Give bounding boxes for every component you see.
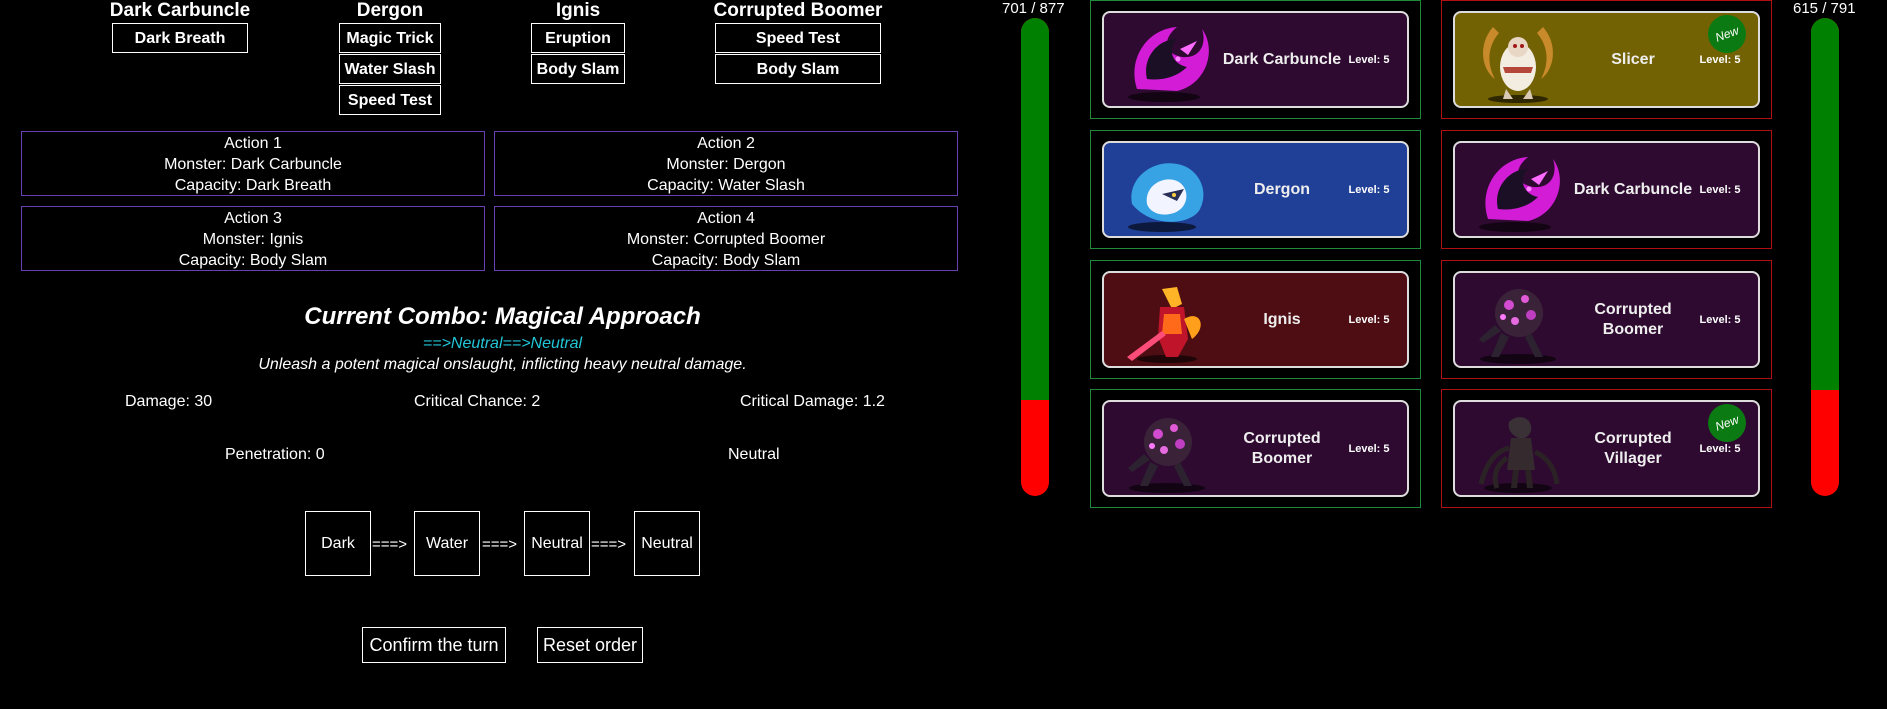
monster-card-name: Slicer <box>1611 50 1655 68</box>
enemy-monster-card[interactable]: Corrupted Villager Level: 5 New <box>1453 400 1760 497</box>
skill-button-speed-test[interactable]: Speed Test <box>715 23 881 53</box>
corrupted-boomer-portrait <box>1122 408 1212 493</box>
enemy-slot: Corrupted Boomer Level: 5 <box>1441 260 1772 379</box>
monster-card-name: Ignis <box>1263 310 1301 328</box>
enemy-monster-card[interactable]: Slicer Level: 5 New <box>1453 11 1760 108</box>
chain-element-1: Dark <box>305 511 371 576</box>
dark-carbuncle-portrait <box>1122 19 1212 104</box>
monster-card-level: Level: 5 <box>1348 53 1390 66</box>
ally-slot: Dark Carbuncle Level: 5 <box>1090 0 1421 119</box>
action-title: Action 4 <box>697 210 755 227</box>
action-title: Action 3 <box>224 210 282 227</box>
ally-slot: Corrupted Boomer Level: 5 <box>1090 389 1421 508</box>
ally-slot: Dergon Level: 5 <box>1090 130 1421 249</box>
action-monster: Monster: Dark Carbuncle <box>164 156 342 173</box>
ally-monster-card[interactable]: Corrupted Boomer Level: 5 <box>1102 400 1409 497</box>
stat-critical-chance: Critical Chance: 2 <box>414 393 541 410</box>
skill-button-dark-breath[interactable]: Dark Breath <box>112 23 248 53</box>
stat-critical-damage: Critical Damage: 1.2 <box>740 393 885 410</box>
action-capacity: Capacity: Water Slash <box>647 177 805 194</box>
chain-element-2: Water <box>414 511 480 576</box>
corrupted-boomer-portrait <box>1473 279 1563 364</box>
chain-arrow: ===> <box>372 536 408 553</box>
enemy-slot: Corrupted Villager Level: 5 New <box>1441 389 1772 508</box>
player-hp-text: 701 / 877 <box>1002 0 1065 17</box>
stat-element: Neutral <box>728 446 780 463</box>
monster-name: Dark Carbuncle <box>109 0 251 21</box>
combo-description: Unleash a potent magical onslaught, infl… <box>258 356 747 373</box>
dergon-portrait <box>1122 149 1212 234</box>
action-box-3[interactable]: Action 3 Monster: Ignis Capacity: Body S… <box>21 206 485 271</box>
action-capacity: Capacity: Body Slam <box>651 252 801 269</box>
combo-path: ==>Neutral==>Neutral <box>422 335 583 352</box>
monster-card-name: Corrupted Villager <box>1594 429 1672 467</box>
enemy-hp-text: 615 / 791 <box>1793 0 1856 17</box>
ally-monster-card[interactable]: Dergon Level: 5 <box>1102 141 1409 238</box>
monster-card-name: Corrupted Boomer <box>1243 429 1321 467</box>
monster-card-level: Level: 5 <box>1348 183 1390 196</box>
enemy-hp-bar <box>1811 18 1839 496</box>
confirm-turn-button[interactable]: Confirm the turn <box>362 627 506 663</box>
enemy-slot: Dark Carbuncle Level: 5 <box>1441 130 1772 249</box>
action-monster: Monster: Ignis <box>202 231 304 248</box>
chain-element-3: Neutral <box>524 511 590 576</box>
slicer-portrait <box>1473 19 1563 104</box>
player-hp-fill <box>1021 18 1049 400</box>
action-capacity: Capacity: Dark Breath <box>174 177 332 194</box>
stat-penetration: Penetration: 0 <box>225 446 325 463</box>
skill-button-speed-test[interactable]: Speed Test <box>339 85 441 115</box>
ally-monster-card[interactable]: Dark Carbuncle Level: 5 <box>1102 11 1409 108</box>
monster-card-level: Level: 5 <box>1699 313 1741 326</box>
action-box-1[interactable]: Action 1 Monster: Dark Carbuncle Capacit… <box>21 131 485 196</box>
action-title: Action 1 <box>224 135 282 152</box>
monster-name: Dergon <box>356 0 424 21</box>
action-box-4[interactable]: Action 4 Monster: Corrupted Boomer Capac… <box>494 206 958 271</box>
action-box-2[interactable]: Action 2 Monster: Dergon Capacity: Water… <box>494 131 958 196</box>
monster-column-dergon: Dergon Magic Trick Water Slash Speed Tes… <box>330 0 450 115</box>
player-hp-bar <box>1021 18 1049 496</box>
monster-card-name: Dark Carbuncle <box>1222 50 1342 68</box>
enemy-monster-card[interactable]: Corrupted Boomer Level: 5 <box>1453 271 1760 368</box>
reset-order-button[interactable]: Reset order <box>537 627 643 663</box>
dark-carbuncle-portrait <box>1473 149 1563 234</box>
monster-card-name: Dark Carbuncle <box>1573 180 1693 198</box>
skill-button-body-slam[interactable]: Body Slam <box>531 54 625 84</box>
enemy-monster-card[interactable]: Dark Carbuncle Level: 5 <box>1453 141 1760 238</box>
skill-button-eruption[interactable]: Eruption <box>531 23 625 53</box>
monster-column-ignis: Ignis Eruption Body Slam <box>528 0 628 84</box>
monster-column-corrupted-boomer: Corrupted Boomer Speed Test Body Slam <box>710 0 886 84</box>
monster-name: Ignis <box>555 0 601 21</box>
action-title: Action 2 <box>697 135 755 152</box>
enemy-hp-fill <box>1811 18 1839 390</box>
chain-arrow: ===> <box>591 536 627 553</box>
skill-button-water-slash[interactable]: Water Slash <box>339 54 441 84</box>
stat-damage: Damage: 30 <box>125 393 213 410</box>
action-monster: Monster: Dergon <box>666 156 786 173</box>
monster-column-dark-carbuncle: Dark Carbuncle Dark Breath <box>110 0 250 53</box>
corrupted-villager-portrait <box>1473 408 1563 493</box>
monster-name: Corrupted Boomer <box>713 0 883 21</box>
monster-card-level: Level: 5 <box>1348 313 1390 326</box>
combo-title: Current Combo: Magical Approach <box>304 303 701 330</box>
monster-card-name: Corrupted Boomer <box>1594 300 1672 338</box>
monster-card-level: Level: 5 <box>1348 442 1390 455</box>
chain-element-4: Neutral <box>634 511 700 576</box>
monster-card-name: Dergon <box>1254 180 1310 198</box>
ally-slot: Ignis Level: 5 <box>1090 260 1421 379</box>
chain-arrow: ===> <box>482 536 518 553</box>
ally-monster-card[interactable]: Ignis Level: 5 <box>1102 271 1409 368</box>
action-monster: Monster: Corrupted Boomer <box>626 231 826 248</box>
monster-card-level: Level: 5 <box>1699 183 1741 196</box>
skill-button-magic-trick[interactable]: Magic Trick <box>339 23 441 53</box>
ignis-portrait <box>1122 279 1212 364</box>
enemy-slot: Slicer Level: 5 New <box>1441 0 1772 119</box>
action-capacity: Capacity: Body Slam <box>178 252 328 269</box>
skill-button-body-slam[interactable]: Body Slam <box>715 54 881 84</box>
